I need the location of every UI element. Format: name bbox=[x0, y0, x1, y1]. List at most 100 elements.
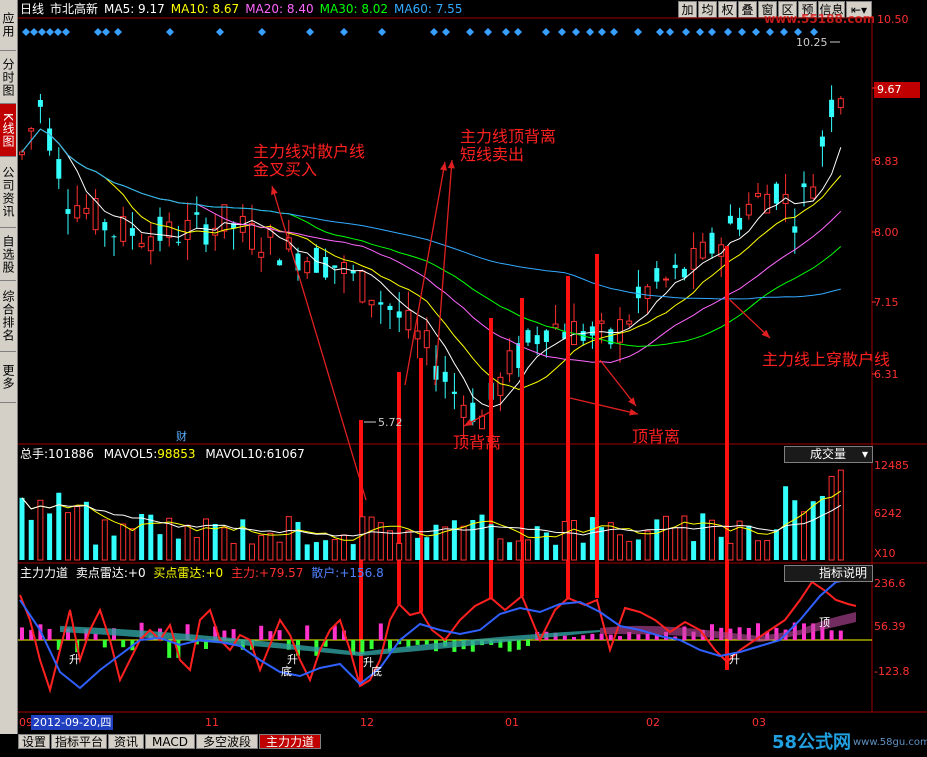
signal-top-mark: 顶 bbox=[819, 616, 830, 629]
volume-bar bbox=[359, 516, 366, 561]
volume-bar bbox=[561, 520, 568, 561]
indicator-hist-bar bbox=[645, 633, 650, 641]
annotation-arrowhead bbox=[629, 408, 638, 416]
candle-body bbox=[56, 159, 62, 179]
candle-body bbox=[755, 192, 761, 197]
indicator-help-button[interactable]: 指标说明 bbox=[784, 565, 873, 582]
candle-body bbox=[120, 216, 127, 242]
signal-diamond bbox=[46, 28, 54, 36]
indicator-hist-bar bbox=[562, 635, 567, 641]
volume-bar bbox=[193, 537, 200, 561]
candle-body bbox=[654, 268, 660, 282]
candle-body bbox=[194, 212, 200, 215]
candle-body bbox=[74, 205, 81, 219]
annotation-arrow bbox=[599, 359, 637, 407]
candle-body bbox=[378, 302, 384, 305]
annotation-divergence-1: 顶背离 bbox=[453, 433, 502, 452]
candle-body bbox=[387, 305, 393, 310]
candle-body bbox=[819, 136, 825, 147]
volume-bar bbox=[755, 540, 761, 561]
low-price-marker: 5.72 bbox=[378, 416, 403, 429]
volume-bar bbox=[83, 501, 89, 560]
candle-body bbox=[451, 391, 457, 394]
tab-indicator-platform[interactable]: 指标平台 bbox=[51, 734, 107, 749]
candle-body bbox=[534, 335, 540, 345]
signal-diamond bbox=[340, 28, 348, 36]
candle-body bbox=[598, 320, 605, 324]
indicator-hist-bar bbox=[93, 633, 98, 641]
candle-body bbox=[792, 226, 798, 233]
volume-bar bbox=[120, 523, 127, 561]
annotation-arrowhead bbox=[440, 162, 447, 171]
ma-line bbox=[21, 128, 841, 300]
volume-bar bbox=[184, 524, 191, 561]
volume-bar bbox=[525, 539, 531, 561]
annotation-top-divergence-sell: 主力线顶背离 短线卖出 bbox=[460, 127, 557, 164]
financial-report-marker: 财 bbox=[176, 430, 187, 443]
volume-bar bbox=[644, 530, 651, 561]
volume-bar bbox=[700, 513, 706, 560]
volume-bar bbox=[19, 497, 25, 560]
volume-bar bbox=[792, 500, 798, 560]
candle-body bbox=[304, 261, 311, 274]
signal-diamond bbox=[216, 28, 224, 36]
tab-news[interactable]: 资讯 bbox=[108, 734, 144, 749]
candle-body bbox=[258, 251, 265, 258]
tab-macd[interactable]: MACD bbox=[145, 734, 195, 749]
volume-bar bbox=[258, 534, 265, 561]
indicator-hist-bar bbox=[581, 635, 586, 641]
candle-body bbox=[111, 236, 117, 238]
indicator-select[interactable]: 成交量 ▾ bbox=[784, 446, 873, 463]
signal-diamond bbox=[54, 28, 62, 36]
candle-body bbox=[672, 264, 678, 269]
tab-settings[interactable]: 设置 bbox=[18, 734, 50, 749]
volume-bar bbox=[837, 469, 844, 561]
signal-diamond bbox=[114, 28, 122, 36]
volume-bar bbox=[240, 519, 246, 560]
volume-bar bbox=[37, 499, 44, 561]
volume-bar bbox=[139, 513, 145, 560]
annotation-arrow bbox=[434, 159, 453, 386]
signal-diamond bbox=[542, 28, 550, 36]
candle-body bbox=[617, 319, 623, 343]
signal-diamond bbox=[752, 28, 760, 36]
candle-body bbox=[323, 257, 329, 278]
candle-body bbox=[801, 183, 807, 188]
candle-body bbox=[745, 203, 752, 216]
volume-bar bbox=[111, 535, 117, 560]
candle-body bbox=[332, 265, 338, 268]
signal-diamond bbox=[484, 28, 492, 36]
signal-diamond bbox=[572, 28, 580, 36]
volume-bar bbox=[341, 534, 347, 561]
date-axis-month: 12 bbox=[360, 716, 374, 729]
candle-body bbox=[709, 232, 715, 254]
volume-bar bbox=[28, 519, 34, 560]
candle-body bbox=[65, 209, 71, 214]
candle-body bbox=[175, 241, 181, 243]
candle-body bbox=[129, 228, 135, 236]
volume-bar bbox=[368, 516, 375, 561]
volume-bar bbox=[148, 514, 154, 560]
volume-bar bbox=[470, 519, 476, 560]
indicator-axis-label: 236.6 bbox=[874, 577, 906, 590]
date-axis-month: 02 bbox=[646, 716, 660, 729]
volume-bar bbox=[773, 529, 779, 560]
volume-bar bbox=[589, 517, 595, 560]
tab-longshort-wave[interactable]: 多空波段 bbox=[196, 734, 258, 749]
tab-main-force[interactable]: 主力力道 bbox=[259, 734, 321, 749]
volume-bar bbox=[295, 521, 301, 560]
candle-body bbox=[359, 270, 366, 303]
candle-body bbox=[423, 330, 430, 349]
volume-bar bbox=[617, 534, 623, 561]
volume-bar bbox=[718, 536, 724, 560]
candle-body bbox=[470, 402, 476, 422]
volume-bar bbox=[221, 527, 228, 561]
volume-bar bbox=[175, 538, 181, 560]
signal-diamond bbox=[656, 28, 664, 36]
volume-bar bbox=[230, 542, 237, 561]
indicator-axis-label: 56.39 bbox=[874, 620, 906, 633]
candle-body bbox=[479, 415, 485, 430]
signal-diamond bbox=[586, 28, 594, 36]
signal-diamond bbox=[598, 28, 606, 36]
indicator-hist-bar bbox=[259, 625, 264, 641]
